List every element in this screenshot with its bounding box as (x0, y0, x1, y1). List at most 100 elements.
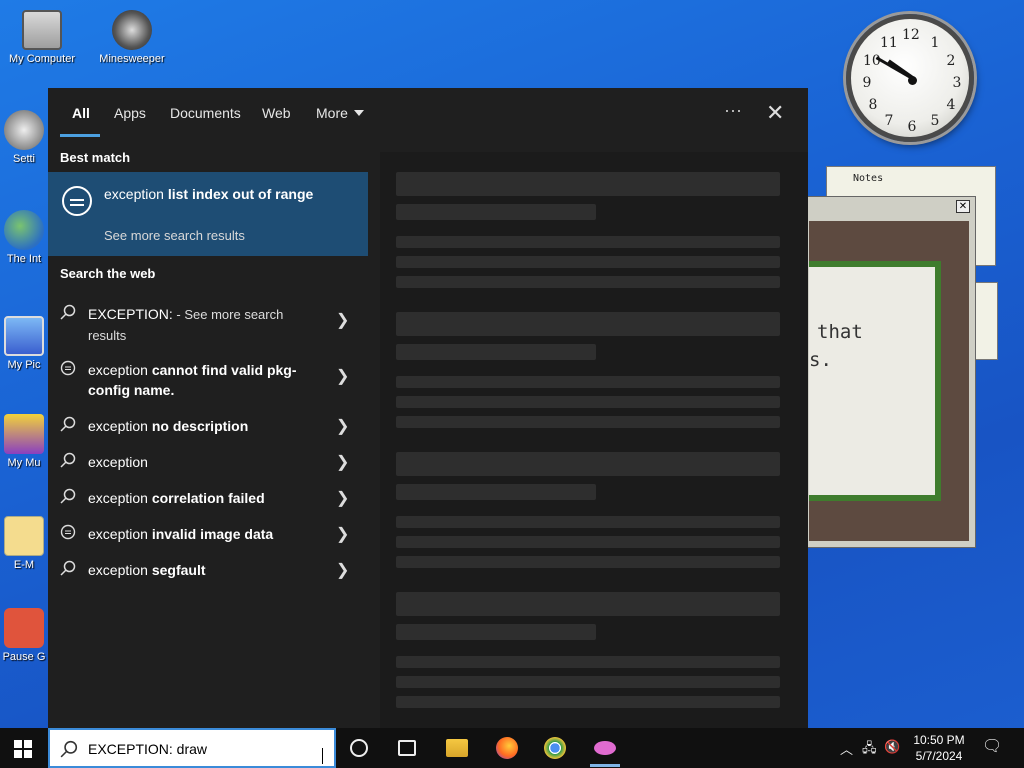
desktop-icon-label: My Mu (7, 457, 41, 469)
clock-number: 5 (930, 113, 940, 129)
tab-apps[interactable]: Apps (114, 105, 146, 121)
web-result-bold: invalid image data (151, 526, 274, 542)
web-result-prefix: exception (88, 418, 152, 434)
game-window[interactable]: ✕ that s. (806, 196, 976, 548)
tab-web[interactable]: Web (262, 105, 291, 121)
clock-number: 6 (907, 119, 917, 135)
web-result[interactable]: exception cannot find valid pkg-config n… (48, 352, 368, 402)
best-match-result[interactable]: exception list index out of range See mo… (48, 172, 368, 256)
skeleton-line (396, 624, 596, 640)
minute-hand (875, 56, 914, 80)
date-text: 5/7/2024 (915, 749, 963, 763)
gear-icon (4, 110, 44, 150)
skeleton-line (396, 516, 780, 528)
notification-icon[interactable]: 🗨 (982, 736, 1002, 756)
ellipsis-icon[interactable]: ··· (724, 100, 742, 121)
desktop-icon-label: Pause G (2, 651, 46, 663)
web-result-prefix: EXCEPTION: (88, 306, 173, 322)
close-icon[interactable]: ✕ (956, 200, 970, 213)
best-match-subtitle: See more search results (104, 228, 245, 243)
desktop-icon-email[interactable]: E-M (0, 516, 48, 571)
mail-icon (4, 516, 44, 556)
desktop-icon-pause[interactable]: Pause G (0, 608, 48, 663)
chevron-up-icon[interactable]: ︿ (840, 739, 853, 758)
cortana-icon[interactable] (350, 739, 368, 757)
tab-more-label: More (316, 105, 348, 121)
web-result-text: exception cannot find valid pkg-config n… (88, 360, 324, 400)
notes-title: Notes (853, 173, 884, 184)
desktop-icon-pictures[interactable]: My Pic (0, 316, 48, 371)
skeleton-line (396, 656, 780, 668)
close-icon[interactable]: ✕ (766, 100, 784, 126)
preview-pane-loading (380, 152, 808, 728)
web-result[interactable]: exception segfault ❯ (48, 552, 368, 588)
chevron-down-icon (353, 110, 364, 116)
taskbar: EXCEPTION: draw ︿ 🖧 🔇 10:50 PM 5/7/2024 … (0, 728, 1024, 768)
network-icon[interactable]: 🖧 (862, 739, 877, 761)
game-text: that (817, 321, 863, 343)
clock-time[interactable]: 10:50 PM 5/7/2024 (906, 732, 972, 764)
desktop-icon-internet[interactable]: The Int (0, 210, 48, 265)
web-result[interactable]: EXCEPTION: - See more search results ❯ (48, 296, 368, 346)
chevron-right-icon[interactable]: ❯ (336, 366, 349, 386)
app-icon[interactable] (594, 741, 616, 755)
chrome-icon[interactable] (544, 737, 566, 759)
firefox-icon[interactable] (496, 737, 518, 759)
skeleton-line (396, 556, 780, 568)
volume-muted-icon[interactable]: 🔇 (884, 739, 900, 755)
power-icon (4, 608, 44, 648)
chevron-right-icon[interactable]: ❯ (336, 310, 349, 330)
windows-start-icon[interactable] (14, 740, 32, 758)
best-match-title: exception list index out of range (104, 184, 324, 204)
desktop-icon-music[interactable]: My Mu (0, 414, 48, 469)
tab-all[interactable]: All (72, 105, 90, 121)
game-text: s. (809, 349, 832, 371)
game-paper (809, 261, 941, 501)
skeleton-line (396, 204, 596, 220)
desktop-icon-label: My Computer (8, 53, 76, 65)
skeleton-line (396, 592, 780, 616)
best-match-heading: Best match (60, 150, 131, 165)
chevron-right-icon[interactable]: ❯ (336, 560, 349, 580)
tab-more[interactable]: More (316, 105, 364, 121)
clock-number: 1 (930, 35, 940, 51)
skeleton-line (396, 312, 780, 336)
taskbar-search-input[interactable]: EXCEPTION: draw (48, 728, 336, 768)
desktop-icon-minesweeper[interactable]: Minesweeper (96, 10, 168, 65)
web-result-bold: segfault (151, 562, 206, 578)
desktop-icon-settings[interactable]: Setti (0, 110, 48, 165)
web-result-prefix: exception (88, 454, 148, 470)
clock-number: 3 (952, 75, 962, 91)
clock-number: 7 (884, 113, 894, 129)
web-result-prefix: exception (88, 362, 152, 378)
chevron-right-icon[interactable]: ❯ (336, 416, 349, 436)
search-input-value: EXCEPTION: draw (88, 741, 208, 757)
chevron-right-icon[interactable]: ❯ (336, 452, 349, 472)
results-list: Best match exception list index out of r… (48, 138, 368, 728)
web-result[interactable]: exception invalid image data ❯ (48, 516, 368, 552)
skeleton-line (396, 256, 780, 268)
task-view-icon[interactable] (398, 740, 416, 756)
skeleton-line (396, 484, 596, 500)
web-result[interactable]: exception no description ❯ (48, 408, 368, 444)
clock-number: 8 (868, 97, 878, 113)
desktop-icon-label: The Int (6, 253, 42, 265)
chat-bubble-icon (60, 360, 76, 376)
clock-gadget[interactable]: 12 1 2 3 4 5 6 7 8 9 10 11 (846, 14, 974, 142)
clock-number: 2 (946, 53, 956, 69)
tab-documents[interactable]: Documents (170, 105, 241, 121)
skeleton-line (396, 696, 780, 708)
time-text: 10:50 PM (913, 733, 965, 747)
web-result[interactable]: exception correlation failed ❯ (48, 480, 368, 516)
computer-icon (22, 10, 62, 50)
search-icon (60, 740, 78, 758)
search-web-heading: Search the web (60, 266, 156, 281)
skeleton-line (396, 172, 780, 196)
skeleton-line (396, 416, 780, 428)
file-explorer-icon[interactable] (446, 739, 468, 757)
chevron-right-icon[interactable]: ❯ (336, 524, 349, 544)
desktop-icon-my-computer[interactable]: My Computer (6, 10, 78, 65)
web-result[interactable]: exception ❯ (48, 444, 368, 480)
chevron-right-icon[interactable]: ❯ (336, 488, 349, 508)
skeleton-line (396, 276, 780, 288)
